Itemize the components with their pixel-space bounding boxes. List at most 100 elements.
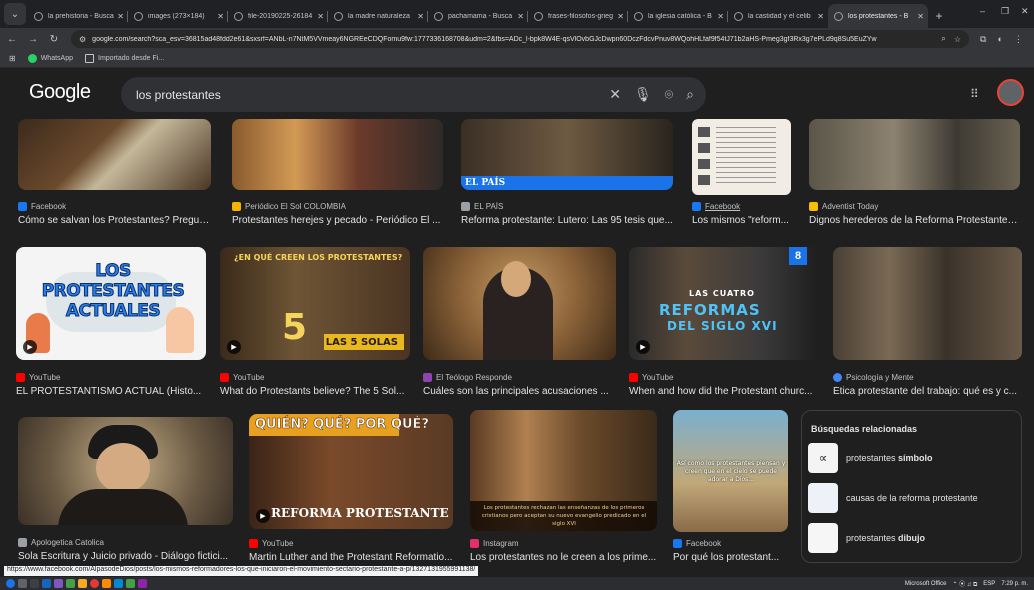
task-view-icon[interactable] — [30, 579, 39, 588]
image-result[interactable]: Facebook Los mismos "reform... — [692, 119, 791, 226]
result-title[interactable]: Los mismos "reform... — [692, 215, 791, 226]
tab[interactable]: la madre naturaleza ✕ — [328, 4, 428, 28]
close-icon[interactable]: ✕ — [717, 12, 724, 21]
image-result[interactable]: Psicología y Mente Ética protestante del… — [833, 247, 1022, 397]
result-title[interactable]: Sola Escritura y Juicio privado - Diálog… — [18, 551, 233, 562]
tab[interactable]: la castidad y el celib ✕ — [728, 4, 828, 28]
close-icon[interactable]: ✕ — [917, 12, 924, 21]
tab[interactable]: la prehistoria - Busca ✕ — [28, 4, 128, 28]
result-title[interactable]: Por qué los protestant... — [673, 552, 788, 563]
result-thumbnail[interactable] — [809, 119, 1020, 190]
image-result[interactable]: Periódico El Sol COLOMBIA Protestantes h… — [232, 119, 443, 226]
tab[interactable]: images (273×184) ✕ — [128, 4, 228, 28]
related-search-item[interactable]: protestantes dibujo — [808, 522, 1021, 554]
app-icon[interactable] — [42, 579, 51, 588]
site-info-icon[interactable]: ⚙ — [79, 35, 86, 44]
result-title[interactable]: Protestantes herejes y pecado - Periódic… — [232, 215, 443, 226]
result-title[interactable]: Los protestantes no le creen a los prime… — [470, 552, 657, 563]
new-tab-button[interactable]: + — [928, 9, 950, 23]
clock[interactable]: 7:29 p. m. — [1001, 581, 1028, 587]
chrome-icon[interactable] — [90, 579, 99, 588]
app-icon[interactable] — [66, 579, 75, 588]
result-title[interactable]: Reforma protestante: Lutero: Las 95 tesi… — [461, 215, 673, 226]
image-result[interactable]: ¿EN QUÉ CREEN LOS PROTESTANTES? 5 LAS 5 … — [220, 247, 410, 397]
image-result[interactable]: Apologetica Catolica Sola Escritura y Ju… — [18, 417, 233, 562]
tab[interactable]: pachamama - Busca ✕ — [428, 4, 528, 28]
related-search-item[interactable]: ∝ protestantes símbolo — [808, 442, 1021, 474]
result-thumbnail[interactable]: Así como los protestantes piensan y cree… — [673, 410, 788, 532]
bookmark-whatsapp[interactable]: WhatsApp — [27, 54, 73, 63]
apps-grid-icon[interactable]: ⊞ — [9, 54, 16, 63]
close-icon[interactable]: ✕ — [117, 12, 124, 21]
forward-icon[interactable]: → — [24, 34, 42, 45]
app-icon[interactable] — [54, 579, 63, 588]
image-result[interactable]: LAS CUATRO REFORMAS DEL SIGLO XVI 8 ▶ Yo… — [629, 247, 819, 397]
menu-icon[interactable]: ⋮ — [1014, 34, 1023, 45]
bookmark-star-icon[interactable]: ☆ — [954, 35, 961, 44]
image-result[interactable]: LOS PROTESTANTES ACTUALES ▶ YouTube EL P… — [16, 247, 206, 397]
start-icon[interactable] — [6, 579, 15, 588]
image-result[interactable]: Los protestantes rechazan las enseñanzas… — [470, 410, 657, 563]
file-explorer-icon[interactable] — [78, 579, 87, 588]
app-icon[interactable] — [102, 579, 111, 588]
result-thumbnail[interactable]: LOS PROTESTANTES ACTUALES ▶ — [16, 247, 206, 360]
result-thumbnail[interactable] — [18, 119, 211, 190]
microphone-icon[interactable]: 🎙 — [634, 86, 652, 103]
result-thumbnail[interactable] — [692, 119, 791, 195]
tab-active[interactable]: los protestantes - B ✕ — [828, 4, 928, 28]
app-icon[interactable] — [138, 579, 147, 588]
image-result[interactable]: EL PAÍS EL PAÍS Reforma protestante: Lut… — [461, 119, 673, 226]
result-thumbnail[interactable]: EL PAÍS — [461, 119, 673, 190]
tab[interactable]: file-20190225-26184 ✕ — [228, 4, 328, 28]
tab[interactable]: frases-filosofos-grieg ✕ — [528, 4, 628, 28]
result-thumbnail[interactable]: LAS CUATRO REFORMAS DEL SIGLO XVI 8 ▶ — [629, 247, 819, 360]
search-input[interactable] — [136, 87, 597, 102]
language-indicator[interactable]: ESP — [983, 581, 995, 587]
search-icon[interactable] — [18, 579, 27, 588]
close-icon[interactable]: ✕ — [817, 12, 824, 21]
camera-search-icon[interactable]: ⌾ — [665, 86, 673, 103]
close-icon[interactable]: ✕ — [217, 12, 224, 21]
result-title[interactable]: Ética protestante del trabajo: qué es y … — [833, 386, 1022, 397]
result-thumbnail[interactable] — [232, 119, 443, 190]
app-icon[interactable] — [126, 579, 135, 588]
result-title[interactable]: Cuáles son las principales acusaciones .… — [423, 386, 616, 397]
close-icon[interactable]: ✕ — [617, 12, 624, 21]
app-icon[interactable] — [114, 579, 123, 588]
result-title[interactable]: EL PROTESTANTISMO ACTUAL (Histo... — [16, 386, 206, 397]
result-title[interactable]: Martin Luther and the Protestant Reforma… — [249, 552, 453, 563]
result-title[interactable]: Cómo se salvan los Protestantes? Pregun.… — [18, 215, 211, 226]
result-title[interactable]: What do Protestants believe? The 5 Sol..… — [220, 386, 410, 397]
image-result[interactable]: Adventist Today Dignos herederos de la R… — [809, 119, 1020, 226]
tab-search-button[interactable]: ⌄ — [4, 3, 26, 25]
google-apps-icon[interactable]: ⠿ — [970, 87, 979, 101]
tab[interactable]: la iglesia católica - B ✕ — [628, 4, 728, 28]
back-icon[interactable]: ← — [3, 34, 21, 45]
close-window-icon[interactable]: ✕ — [1021, 6, 1029, 17]
result-thumbnail[interactable] — [18, 417, 233, 525]
result-title[interactable]: When and how did the Protestant churc... — [629, 386, 819, 397]
search-box[interactable]: ✕ 🎙 ⌾ ⌕ — [121, 77, 706, 112]
result-thumbnail[interactable]: ¿EN QUÉ CREEN LOS PROTESTANTES? 5 LAS 5 … — [220, 247, 410, 360]
reload-icon[interactable]: ↻ — [45, 34, 63, 45]
result-thumbnail[interactable] — [423, 247, 616, 360]
clear-icon[interactable]: ✕ — [609, 86, 621, 103]
zoom-icon[interactable]: ⌕ — [941, 34, 945, 44]
result-title[interactable]: Dignos herederos de la Reforma Protestan… — [809, 215, 1020, 226]
extensions-icon[interactable]: ⧉ — [980, 34, 986, 45]
minimize-icon[interactable]: – — [980, 6, 985, 16]
result-thumbnail[interactable]: Los protestantes rechazan las enseñanzas… — [470, 410, 657, 531]
image-result[interactable]: El Teólogo Responde Cuáles son las princ… — [423, 247, 616, 397]
google-logo[interactable]: Google — [29, 81, 91, 104]
close-icon[interactable]: ✕ — [317, 12, 324, 21]
bookmark-imported-folder[interactable]: Importado desde Fi... — [85, 54, 164, 63]
maximize-icon[interactable]: ❐ — [1001, 6, 1009, 17]
result-thumbnail[interactable] — [833, 247, 1022, 360]
image-result[interactable]: Así como los protestantes piensan y cree… — [673, 410, 788, 563]
office-tray-label[interactable]: Microsoft Office — [905, 581, 947, 587]
avatar[interactable] — [997, 79, 1024, 106]
close-icon[interactable]: ✕ — [517, 12, 524, 21]
tray-icons[interactable]: ⌃ ⦿ ♫ ⧉ — [952, 579, 977, 589]
close-icon[interactable]: ✕ — [417, 12, 424, 21]
address-bar[interactable]: ⚙ google.com/search?sca_esv=36815ad48fdd… — [71, 30, 969, 48]
